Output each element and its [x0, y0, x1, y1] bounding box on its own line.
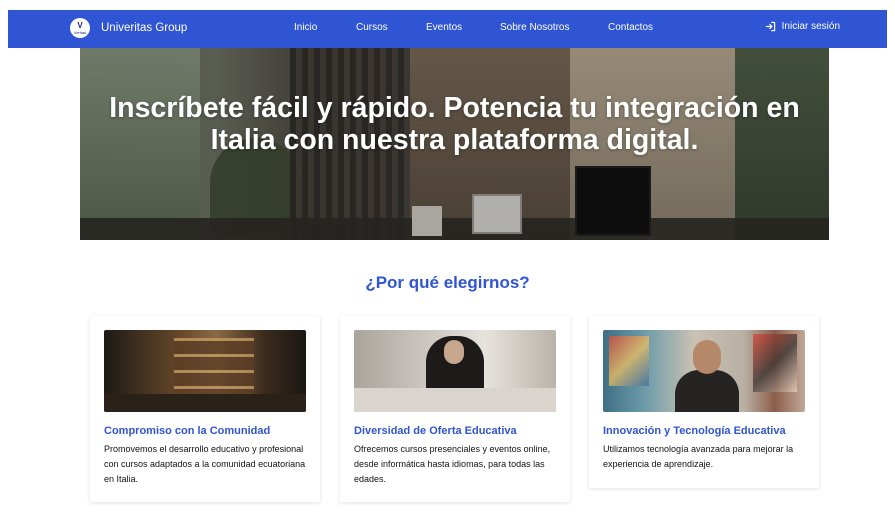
card-title: Compromiso con la Comunidad	[104, 425, 271, 437]
feature-card-diversity: Diversidad de Oferta Educativa Ofrecemos…	[340, 316, 570, 502]
card-text: Ofrecemos cursos presenciales y eventos …	[354, 444, 551, 484]
hero-headline: Inscríbete fácil y rápido. Potencia tu i…	[80, 92, 829, 156]
card-title: Innovación y Tecnología Educativa	[603, 425, 786, 437]
woman-laptop-photo	[354, 330, 556, 412]
sign-in-icon	[765, 21, 775, 32]
login-label: Iniciar sesión	[781, 21, 840, 32]
table-top	[354, 388, 556, 412]
feature-card-innovation: Innovación y Tecnología Educativa Utiliz…	[589, 316, 819, 488]
shelf-interior-photo	[104, 330, 306, 412]
login-button[interactable]: Iniciar sesión	[765, 21, 840, 32]
nav-cursos[interactable]: Cursos	[356, 22, 388, 33]
art-left	[609, 336, 649, 386]
shelf-floor	[104, 394, 306, 412]
man-portrait-photo	[603, 330, 805, 412]
feature-card-community: Compromiso con la Comunidad Promovemos e…	[90, 316, 320, 502]
nav-eventos[interactable]: Eventos	[426, 22, 462, 33]
hero-banner: Inscríbete fácil y rápido. Potencia tu i…	[80, 48, 829, 240]
woman-face	[444, 340, 464, 364]
section-title: ¿Por qué elegirnos?	[365, 273, 530, 292]
card-text: Utilizamos tecnología avanzada para mejo…	[603, 444, 794, 469]
nav-links: Inicio Cursos Eventos Sobre Nosotros Con…	[8, 10, 887, 48]
card-title: Diversidad de Oferta Educativa	[354, 425, 517, 437]
hero-headline-line2: Italia con nuestra plataforma digital.	[210, 124, 699, 156]
top-navbar: V Veritas Univeritas Group Inicio Cursos…	[8, 10, 887, 48]
nav-sobre-nosotros[interactable]: Sobre Nosotros	[500, 22, 569, 33]
art-right	[753, 334, 797, 392]
nav-contactos[interactable]: Contactos	[608, 22, 653, 33]
man-face	[693, 340, 721, 374]
hero-headline-line1: Inscríbete fácil y rápido. Potencia tu i…	[109, 92, 800, 124]
card-text: Promovemos el desarrollo educativo y pro…	[104, 444, 306, 484]
nav-inicio[interactable]: Inicio	[294, 22, 317, 33]
man-body	[675, 370, 739, 412]
